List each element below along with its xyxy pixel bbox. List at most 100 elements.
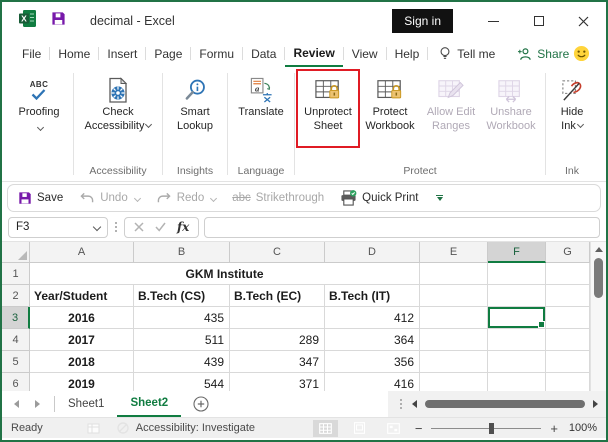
column-header-b[interactable]: B [134, 242, 230, 263]
translate-button[interactable]: a Translate [231, 67, 291, 120]
tab-file[interactable]: File [14, 40, 49, 67]
cell-title-merged[interactable]: GKM Institute [30, 263, 420, 285]
cell[interactable]: 412 [325, 307, 420, 329]
cell-header-ec[interactable]: B.Tech (EC) [230, 285, 325, 307]
vertical-scroll-thumb[interactable] [594, 258, 603, 298]
save-button[interactable]: Save [18, 191, 63, 205]
zoom-level[interactable]: 100% [567, 422, 597, 434]
scroll-left-icon[interactable] [412, 400, 417, 408]
maximize-button[interactable] [516, 6, 561, 36]
tab-home[interactable]: Home [50, 40, 98, 67]
feedback-smiley-button[interactable] [573, 40, 590, 67]
cell[interactable]: 544 [134, 373, 230, 391]
cell[interactable] [420, 373, 488, 391]
column-header-c[interactable]: C [230, 242, 325, 263]
cell[interactable] [420, 329, 488, 351]
column-header-d[interactable]: D [325, 242, 420, 263]
sheet-tab-sheet2-active[interactable]: Sheet2 [117, 391, 182, 417]
cell[interactable]: 289 [230, 329, 325, 351]
cell[interactable] [546, 307, 590, 329]
hide-ink-button[interactable]: Hide Ink [549, 67, 595, 133]
normal-view-button[interactable] [312, 419, 338, 437]
scroll-up-icon[interactable] [594, 247, 603, 252]
quick-print-button[interactable]: Quick Print [340, 190, 418, 206]
cell[interactable]: 511 [134, 329, 230, 351]
column-header-a[interactable]: A [30, 242, 134, 263]
smart-lookup-button[interactable]: Smart Lookup [166, 67, 224, 133]
enter-check-icon[interactable] [155, 222, 166, 232]
cell-header-cs[interactable]: B.Tech (CS) [134, 285, 230, 307]
tab-view[interactable]: View [344, 40, 386, 67]
cell[interactable] [546, 263, 590, 285]
zoom-slider-thumb[interactable] [488, 422, 494, 434]
formula-bar-splitter[interactable] [115, 222, 117, 232]
tab-review[interactable]: Review [285, 40, 343, 67]
name-box[interactable]: F3 [8, 216, 108, 238]
select-all-button[interactable] [2, 242, 30, 263]
cell[interactable]: 347 [230, 351, 325, 373]
cell[interactable]: 2017 [30, 329, 134, 351]
cell[interactable] [488, 285, 546, 307]
column-header-f-selected[interactable]: F [488, 242, 546, 263]
cell[interactable] [488, 373, 546, 391]
horizontal-scroll-thumb[interactable] [425, 400, 585, 408]
zoom-out-button[interactable]: − [415, 422, 423, 435]
tab-page-layout[interactable]: Page [146, 40, 190, 67]
unprotect-sheet-button[interactable]: Unprotect Sheet [296, 67, 360, 148]
formula-input[interactable] [204, 216, 600, 238]
previous-sheet-icon[interactable] [14, 400, 19, 408]
sign-in-button[interactable]: Sign in [392, 9, 453, 33]
tab-formulas[interactable]: Formu [191, 40, 242, 67]
cell-header-it[interactable]: B.Tech (IT) [325, 285, 420, 307]
zoom-slider[interactable] [431, 422, 542, 434]
cell[interactable] [230, 307, 325, 329]
macro-record-icon[interactable] [87, 423, 100, 434]
cell[interactable]: 2016 [30, 307, 134, 329]
selected-cell-f3[interactable] [488, 307, 546, 329]
cell-header-year[interactable]: Year/Student [30, 285, 134, 307]
titlebar-save-icon[interactable] [51, 11, 66, 31]
fill-handle[interactable] [538, 321, 545, 328]
share-button[interactable]: Share [517, 40, 569, 67]
sheet-tab-sheet1[interactable]: Sheet1 [55, 391, 117, 417]
page-break-view-button[interactable] [381, 420, 406, 437]
row-header-5[interactable]: 5 [2, 351, 30, 373]
cell[interactable]: 364 [325, 329, 420, 351]
row-header-6[interactable]: 6 [2, 373, 30, 391]
tab-help[interactable]: Help [387, 40, 428, 67]
column-header-e[interactable]: E [420, 242, 488, 263]
cell[interactable]: 435 [134, 307, 230, 329]
scroll-right-icon[interactable] [593, 400, 598, 408]
cell[interactable]: 2018 [30, 351, 134, 373]
cell[interactable] [546, 329, 590, 351]
tell-me-button[interactable]: Tell me [438, 40, 495, 67]
row-header-1[interactable]: 1 [2, 263, 30, 285]
cell[interactable]: 356 [325, 351, 420, 373]
row-header-2[interactable]: 2 [2, 285, 30, 307]
cell[interactable]: 416 [325, 373, 420, 391]
tab-data[interactable]: Data [243, 40, 284, 67]
check-accessibility-button[interactable]: Check Accessibility [77, 67, 159, 133]
insert-function-button[interactable]: fx [177, 220, 189, 234]
minimize-button[interactable] [471, 6, 516, 36]
cell[interactable]: 371 [230, 373, 325, 391]
row-header-3-selected[interactable]: 3 [2, 307, 30, 329]
zoom-in-button[interactable]: + [550, 422, 558, 435]
cancel-icon[interactable] [134, 222, 144, 232]
page-layout-view-button[interactable] [347, 420, 372, 437]
cell[interactable] [420, 307, 488, 329]
cell[interactable] [420, 351, 488, 373]
cell[interactable] [488, 329, 546, 351]
horizontal-scrollbar[interactable] [388, 391, 606, 417]
scrollbar-splitter[interactable] [400, 399, 402, 409]
cell[interactable] [488, 263, 546, 285]
cell[interactable] [546, 373, 590, 391]
cell[interactable] [546, 285, 590, 307]
new-sheet-button[interactable] [181, 391, 221, 417]
row-header-4[interactable]: 4 [2, 329, 30, 351]
cell[interactable] [546, 351, 590, 373]
cell[interactable] [488, 351, 546, 373]
cell[interactable] [420, 263, 488, 285]
close-button[interactable] [561, 6, 606, 36]
status-accessibility[interactable]: Accessibility: Investigate [136, 422, 255, 434]
